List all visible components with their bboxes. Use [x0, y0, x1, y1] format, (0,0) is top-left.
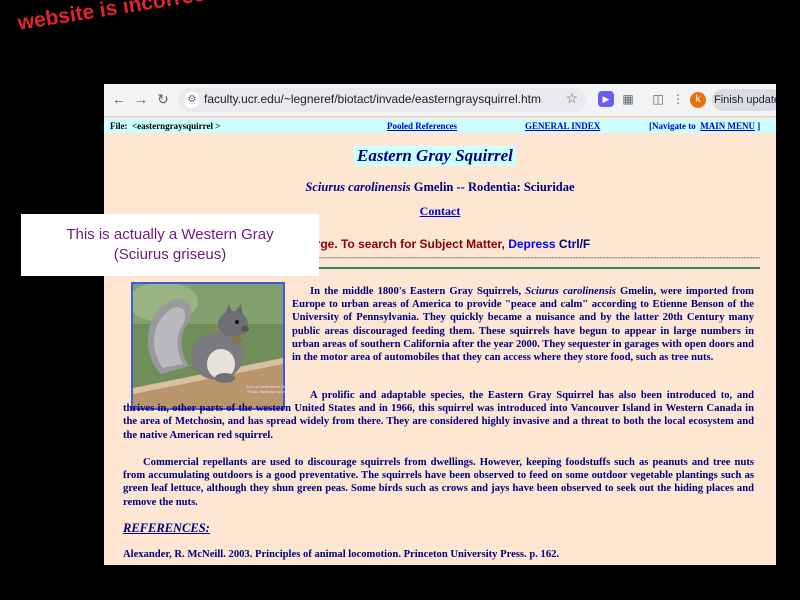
browser-toolbar: ← → ↻ ⚙ faculty.ucr.edu/~legneref/biotac…	[104, 84, 776, 117]
forward-arrow-icon[interactable]: →	[132, 90, 150, 108]
reload-icon[interactable]: ↻	[154, 90, 172, 108]
finish-update-button[interactable]: Finish update	[712, 89, 776, 111]
file-label: File: <easterngraysquirrel >	[110, 121, 221, 131]
site-settings-icon[interactable]: ⚙	[184, 92, 200, 108]
references-heading[interactable]: REFERENCES:	[123, 521, 210, 536]
url-text[interactable]: faculty.ucr.edu/~legneref/biotact/invade…	[204, 92, 541, 106]
overlay-line-2: (Sciurus griseus)	[113, 246, 227, 263]
paragraph-3: Commercial repellants are used to discou…	[123, 457, 754, 508]
puzzle-icon[interactable]: ▦	[620, 91, 636, 107]
general-index-link[interactable]: GENERAL INDEX	[525, 121, 600, 131]
page-title: Eastern Gray Squirrel	[354, 146, 516, 166]
paragraph-2: A prolific and adaptable species, the Ea…	[123, 390, 754, 441]
scientific-name-line: Sciurus carolinensis Gmelin -- Rodentia:…	[305, 180, 575, 194]
bookmark-star-icon[interactable]: ☆	[565, 90, 578, 107]
tab-search-icon[interactable]: ◫	[650, 91, 666, 107]
address-bar[interactable]: ⚙ faculty.ucr.edu/~legneref/biotact/inva…	[178, 88, 586, 112]
page-topbar: File: <easterngraysquirrel > Pooled Refe…	[104, 119, 776, 133]
profile-avatar-icon[interactable]: k	[690, 92, 706, 108]
reference-entry: Alexander, R. McNeill. 2003. Principles …	[123, 549, 560, 560]
annotation-website-incorrect: website is incorrect	[16, 0, 214, 35]
overlay-line-1: This is actually a Western Gray	[66, 226, 274, 243]
green-divider	[318, 267, 760, 269]
dashed-divider: ----------------------------------------…	[318, 254, 760, 261]
navigate-to-label: [Navigate to MAIN MENU ]	[649, 121, 761, 131]
back-arrow-icon[interactable]: ←	[110, 90, 128, 108]
main-menu-link[interactable]: MAIN MENU	[700, 121, 755, 131]
annotation-overlay-box: This is actually a Western Gray (Sciurus…	[21, 214, 319, 276]
paragraph-1: In the middle 1800's Eastern Gray Squirr…	[292, 286, 754, 364]
search-instructions: arge. To search for Subject Matter, Depr…	[309, 237, 591, 251]
menu-dots-icon[interactable]: ⋮	[670, 91, 686, 107]
browser-window: ← → ↻ ⚙ faculty.ucr.edu/~legneref/biotac…	[104, 84, 776, 565]
extension-icon[interactable]: ▶	[598, 91, 614, 107]
pooled-references-link[interactable]: Pooled References	[387, 121, 457, 131]
